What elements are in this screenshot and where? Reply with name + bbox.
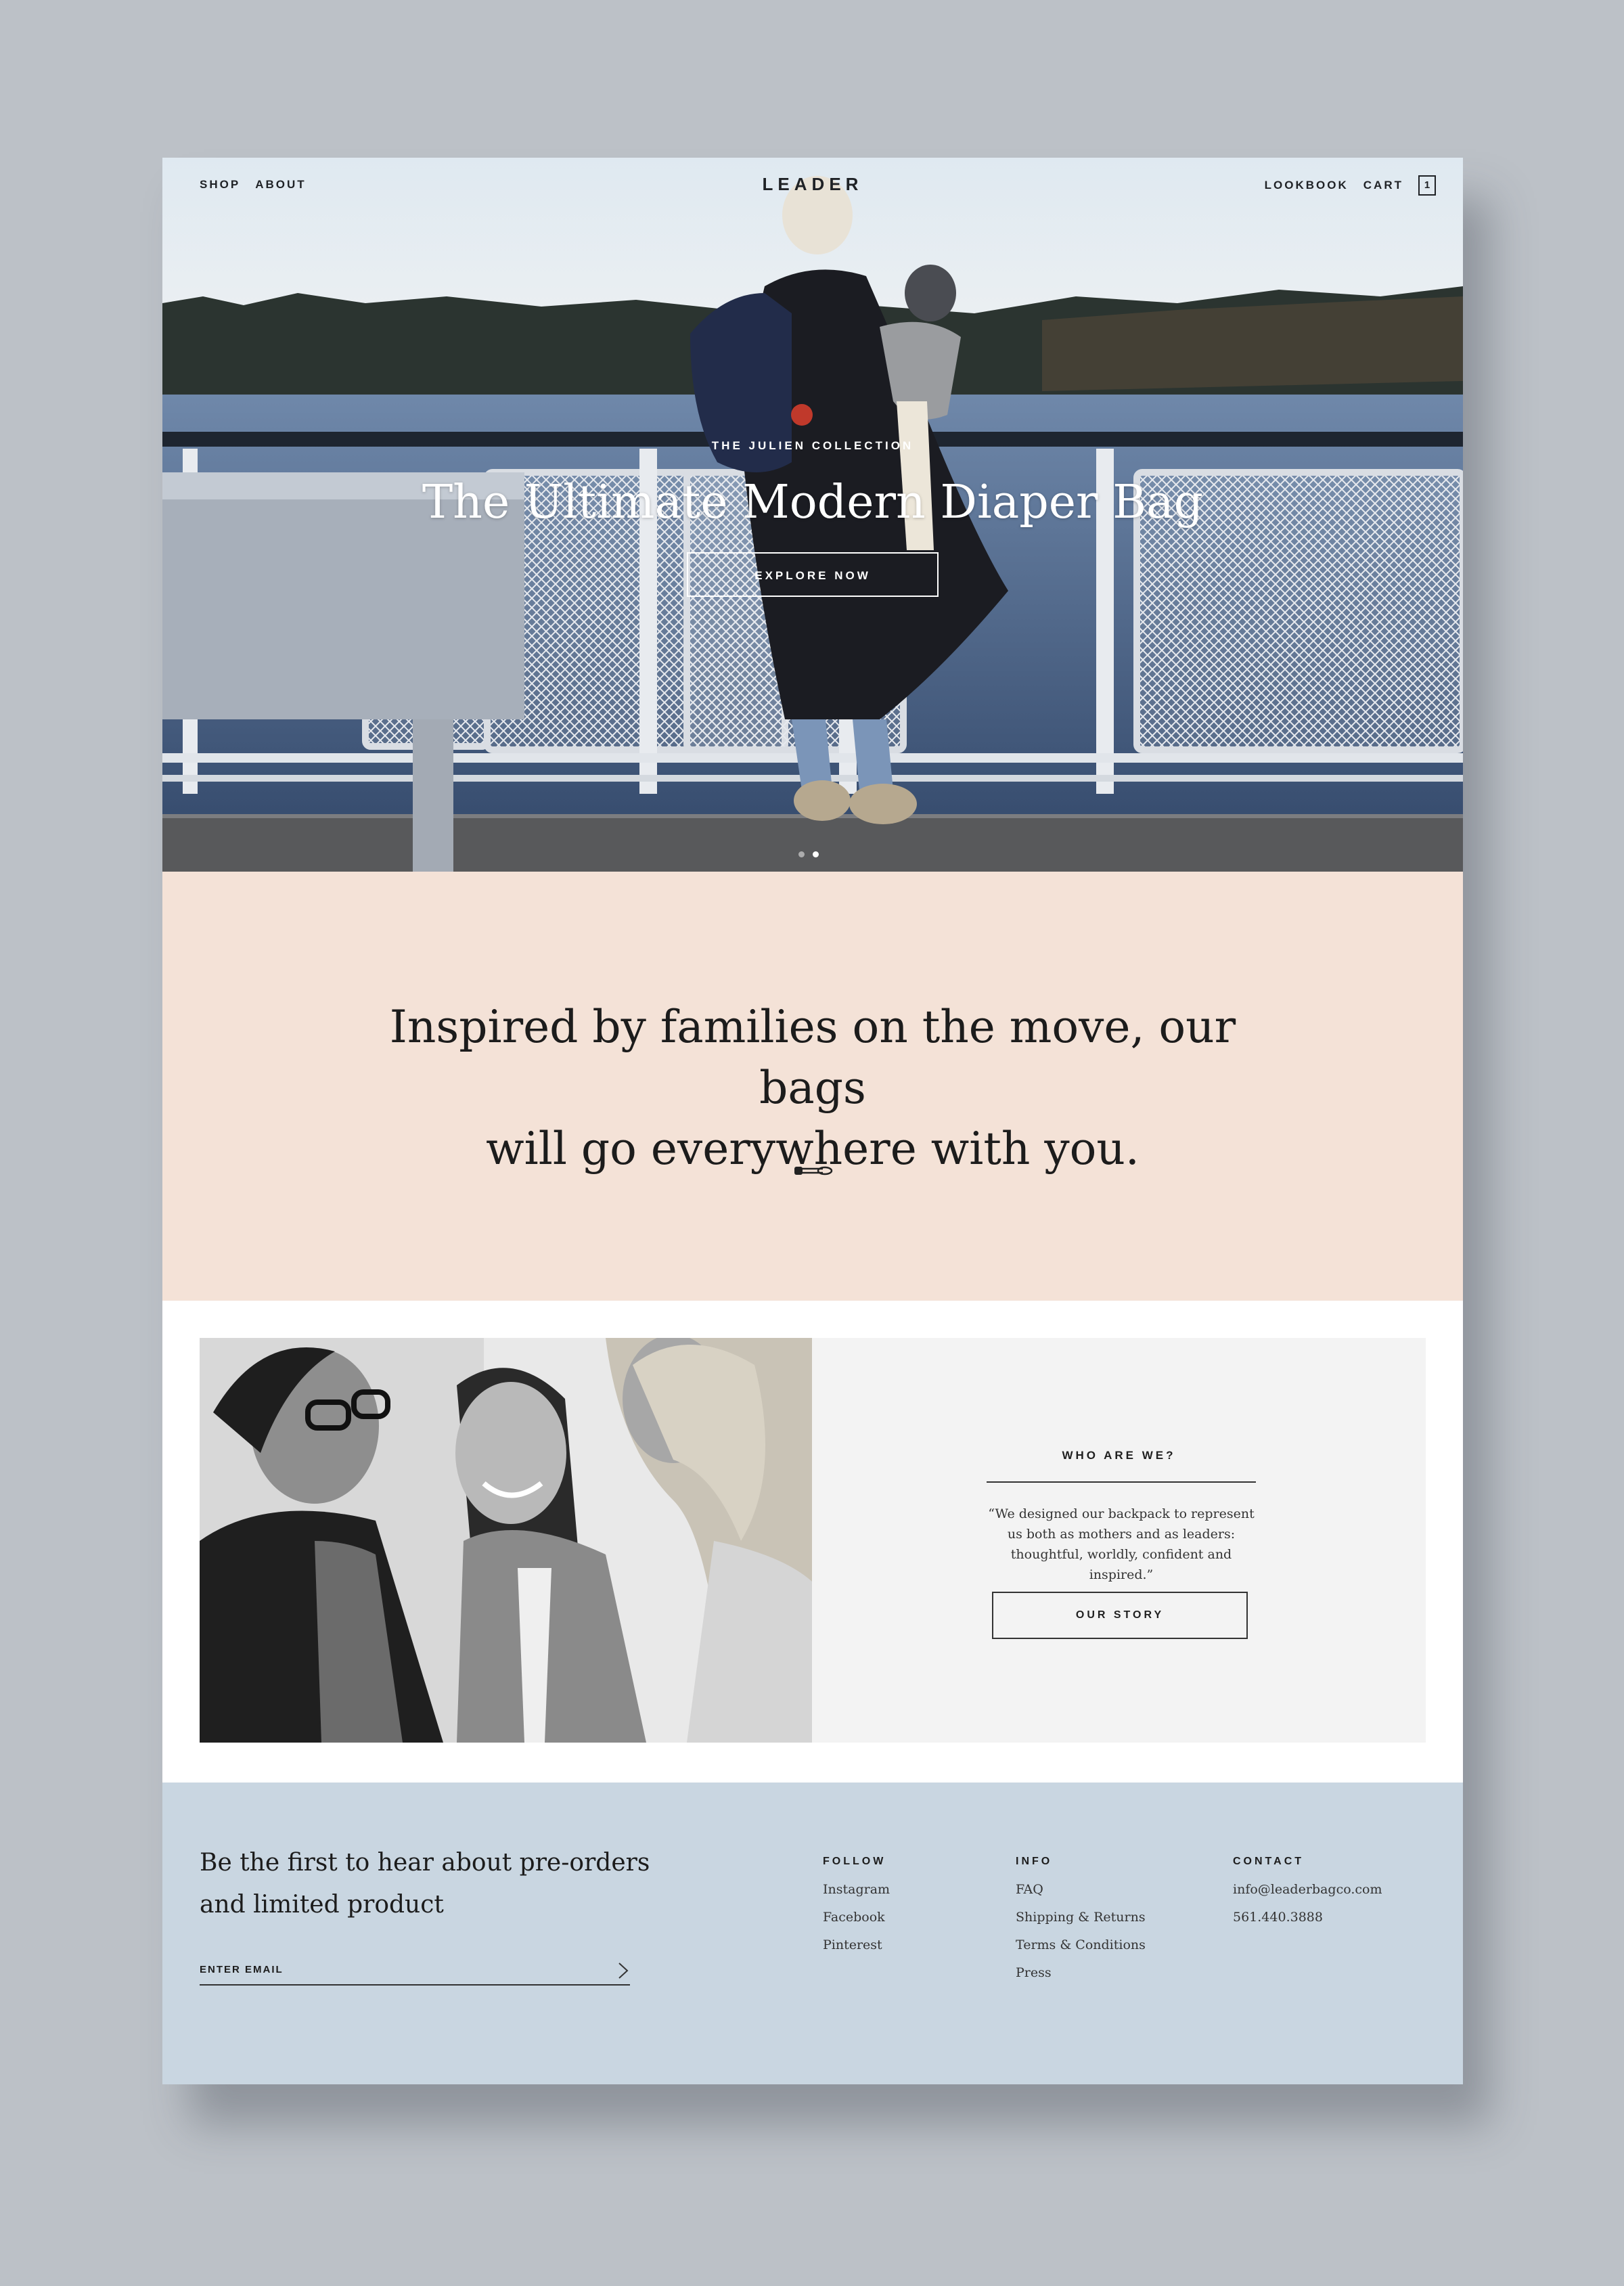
tagline-line-1: Inspired by families on the move, our ba… xyxy=(389,1001,1236,1114)
shipping-returns-link[interactable]: Shipping & Returns xyxy=(1016,1904,1146,1931)
cart-count-badge[interactable]: 1 xyxy=(1418,175,1436,196)
email-link[interactable]: info@leaderbagco.com xyxy=(1233,1876,1382,1904)
site-footer: Be the first to hear about pre-orders an… xyxy=(162,1783,1463,2084)
slide-indicator xyxy=(798,851,819,857)
newsletter-form xyxy=(200,1957,630,1986)
email-input[interactable] xyxy=(200,1957,579,1981)
our-story-button[interactable]: OUR STORY xyxy=(992,1592,1248,1639)
faq-link[interactable]: FAQ xyxy=(1016,1876,1146,1904)
press-link[interactable]: Press xyxy=(1016,1959,1146,1987)
facebook-link[interactable]: Facebook xyxy=(823,1904,890,1931)
footer-follow-column: FOLLOW Instagram Facebook Pinterest xyxy=(823,1856,890,1959)
about-section: WHO ARE WE? “We designed our backpack to… xyxy=(162,1301,1463,1783)
safety-pin-icon xyxy=(794,1166,833,1175)
slide-dot-active[interactable] xyxy=(813,851,819,857)
secondary-nav: LOOKBOOK CART 1 xyxy=(1265,175,1436,196)
nav-lookbook-link[interactable]: LOOKBOOK xyxy=(1265,179,1349,192)
submit-arrow-icon[interactable] xyxy=(616,1961,630,1980)
founders-photo xyxy=(200,1338,812,1743)
footer-info-heading: INFO xyxy=(1016,1856,1053,1867)
about-panel: WHO ARE WE? “We designed our backpack to… xyxy=(812,1338,1426,1743)
tagline-text: Inspired by families on the move, our ba… xyxy=(365,997,1260,1180)
footer-follow-heading: FOLLOW xyxy=(823,1856,886,1867)
website-page: SHOP ABOUT LEADER LOOKBOOK CART 1 THE JU… xyxy=(162,158,1463,2084)
hero-eyebrow: THE JULIEN COLLECTION xyxy=(711,439,914,452)
slide-dot[interactable] xyxy=(798,851,805,857)
who-are-we-heading: WHO ARE WE? xyxy=(1062,1449,1176,1462)
heading-divider xyxy=(987,1481,1256,1483)
instagram-link[interactable]: Instagram xyxy=(823,1876,890,1904)
tagline-section: Inspired by families on the move, our ba… xyxy=(162,872,1463,1301)
explore-now-button[interactable]: EXPLORE NOW xyxy=(687,552,939,597)
phone-link[interactable]: 561.440.3888 xyxy=(1233,1904,1382,1931)
hero-banner: SHOP ABOUT LEADER LOOKBOOK CART 1 THE JU… xyxy=(162,158,1463,872)
terms-conditions-link[interactable]: Terms & Conditions xyxy=(1016,1931,1146,1959)
hero-title: The Ultimate Modern Diaper Bag xyxy=(422,476,1204,529)
newsletter-prompt: Be the first to hear about pre-orders an… xyxy=(200,1849,650,1919)
pinterest-link[interactable]: Pinterest xyxy=(823,1931,890,1959)
founders-quote: “We designed our backpack to represent u… xyxy=(988,1506,1255,1582)
nav-cart-link[interactable]: CART xyxy=(1363,179,1403,192)
footer-contact-column: CONTACT info@leaderbagco.com 561.440.388… xyxy=(1233,1856,1382,1931)
footer-info-column: INFO FAQ Shipping & Returns Terms & Cond… xyxy=(1016,1856,1146,1987)
footer-contact-heading: CONTACT xyxy=(1233,1856,1305,1867)
